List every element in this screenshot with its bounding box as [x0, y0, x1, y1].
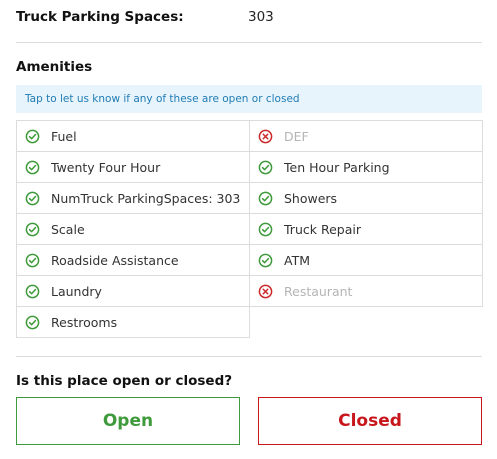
check-circle-icon [25, 284, 40, 299]
check-circle-icon [25, 129, 40, 144]
amenity-label: ATM [284, 252, 311, 268]
x-circle-icon [258, 284, 273, 299]
amenity-item[interactable]: Roadside Assistance [16, 244, 250, 276]
amenity-label: DEF [284, 128, 309, 144]
amenity-item[interactable]: Fuel [16, 120, 250, 152]
open-closed-question: Is this place open or closed? [16, 373, 233, 389]
amenity-label: Laundry [51, 283, 102, 299]
check-circle-icon [258, 253, 273, 268]
amenity-label: Restrooms [51, 314, 118, 330]
amenity-label: Twenty Four Hour [51, 159, 161, 175]
amenity-item[interactable]: Truck Repair [249, 213, 483, 245]
amenity-label: Truck Repair [284, 221, 361, 237]
amenity-label: Scale [51, 221, 85, 237]
check-circle-icon [258, 160, 273, 175]
amenity-item[interactable]: Ten Hour Parking [249, 151, 483, 183]
check-circle-icon [258, 222, 273, 237]
amenity-item[interactable]: Showers [249, 182, 483, 214]
check-circle-icon [25, 160, 40, 175]
amenity-label: Fuel [51, 128, 77, 144]
truck-parking-row: Truck Parking Spaces: 303 [16, 7, 274, 27]
empty-cell [249, 306, 482, 337]
amenity-item[interactable]: Twenty Four Hour [16, 151, 250, 183]
amenity-item[interactable]: NumTruck ParkingSpaces: 303 [16, 182, 250, 214]
amenity-label: Restaurant [284, 283, 353, 299]
open-button[interactable]: Open [16, 397, 240, 445]
check-circle-icon [25, 222, 40, 237]
closed-button[interactable]: Closed [258, 397, 482, 445]
amenity-item[interactable]: Restrooms [16, 306, 250, 338]
open-closed-buttons: Open Closed [16, 397, 482, 445]
amenity-item[interactable]: ATM [249, 244, 483, 276]
amenity-item[interactable]: Restaurant [249, 275, 483, 307]
check-circle-icon [25, 315, 40, 330]
divider [16, 356, 482, 357]
amenities-feedback-banner[interactable]: Tap to let us know if any of these are o… [16, 85, 482, 113]
amenity-label: Showers [284, 190, 338, 206]
amenities-title: Amenities [16, 59, 93, 75]
truck-parking-value: 303 [248, 9, 274, 25]
amenity-label: Roadside Assistance [51, 252, 179, 268]
amenity-item[interactable]: Scale [16, 213, 250, 245]
check-circle-icon [25, 191, 40, 206]
check-circle-icon [25, 253, 40, 268]
amenity-item[interactable]: Laundry [16, 275, 250, 307]
amenities-grid: Fuel DEF Twenty Four Hour Ten Hour Parking N… [16, 120, 483, 339]
check-circle-icon [258, 191, 273, 206]
amenity-label: NumTruck ParkingSpaces: 303 [51, 190, 241, 206]
truck-parking-label: Truck Parking Spaces: [16, 9, 184, 25]
x-circle-icon [258, 129, 273, 144]
divider [16, 42, 482, 43]
amenity-item[interactable]: DEF [249, 120, 483, 152]
amenity-label: Ten Hour Parking [284, 159, 390, 175]
